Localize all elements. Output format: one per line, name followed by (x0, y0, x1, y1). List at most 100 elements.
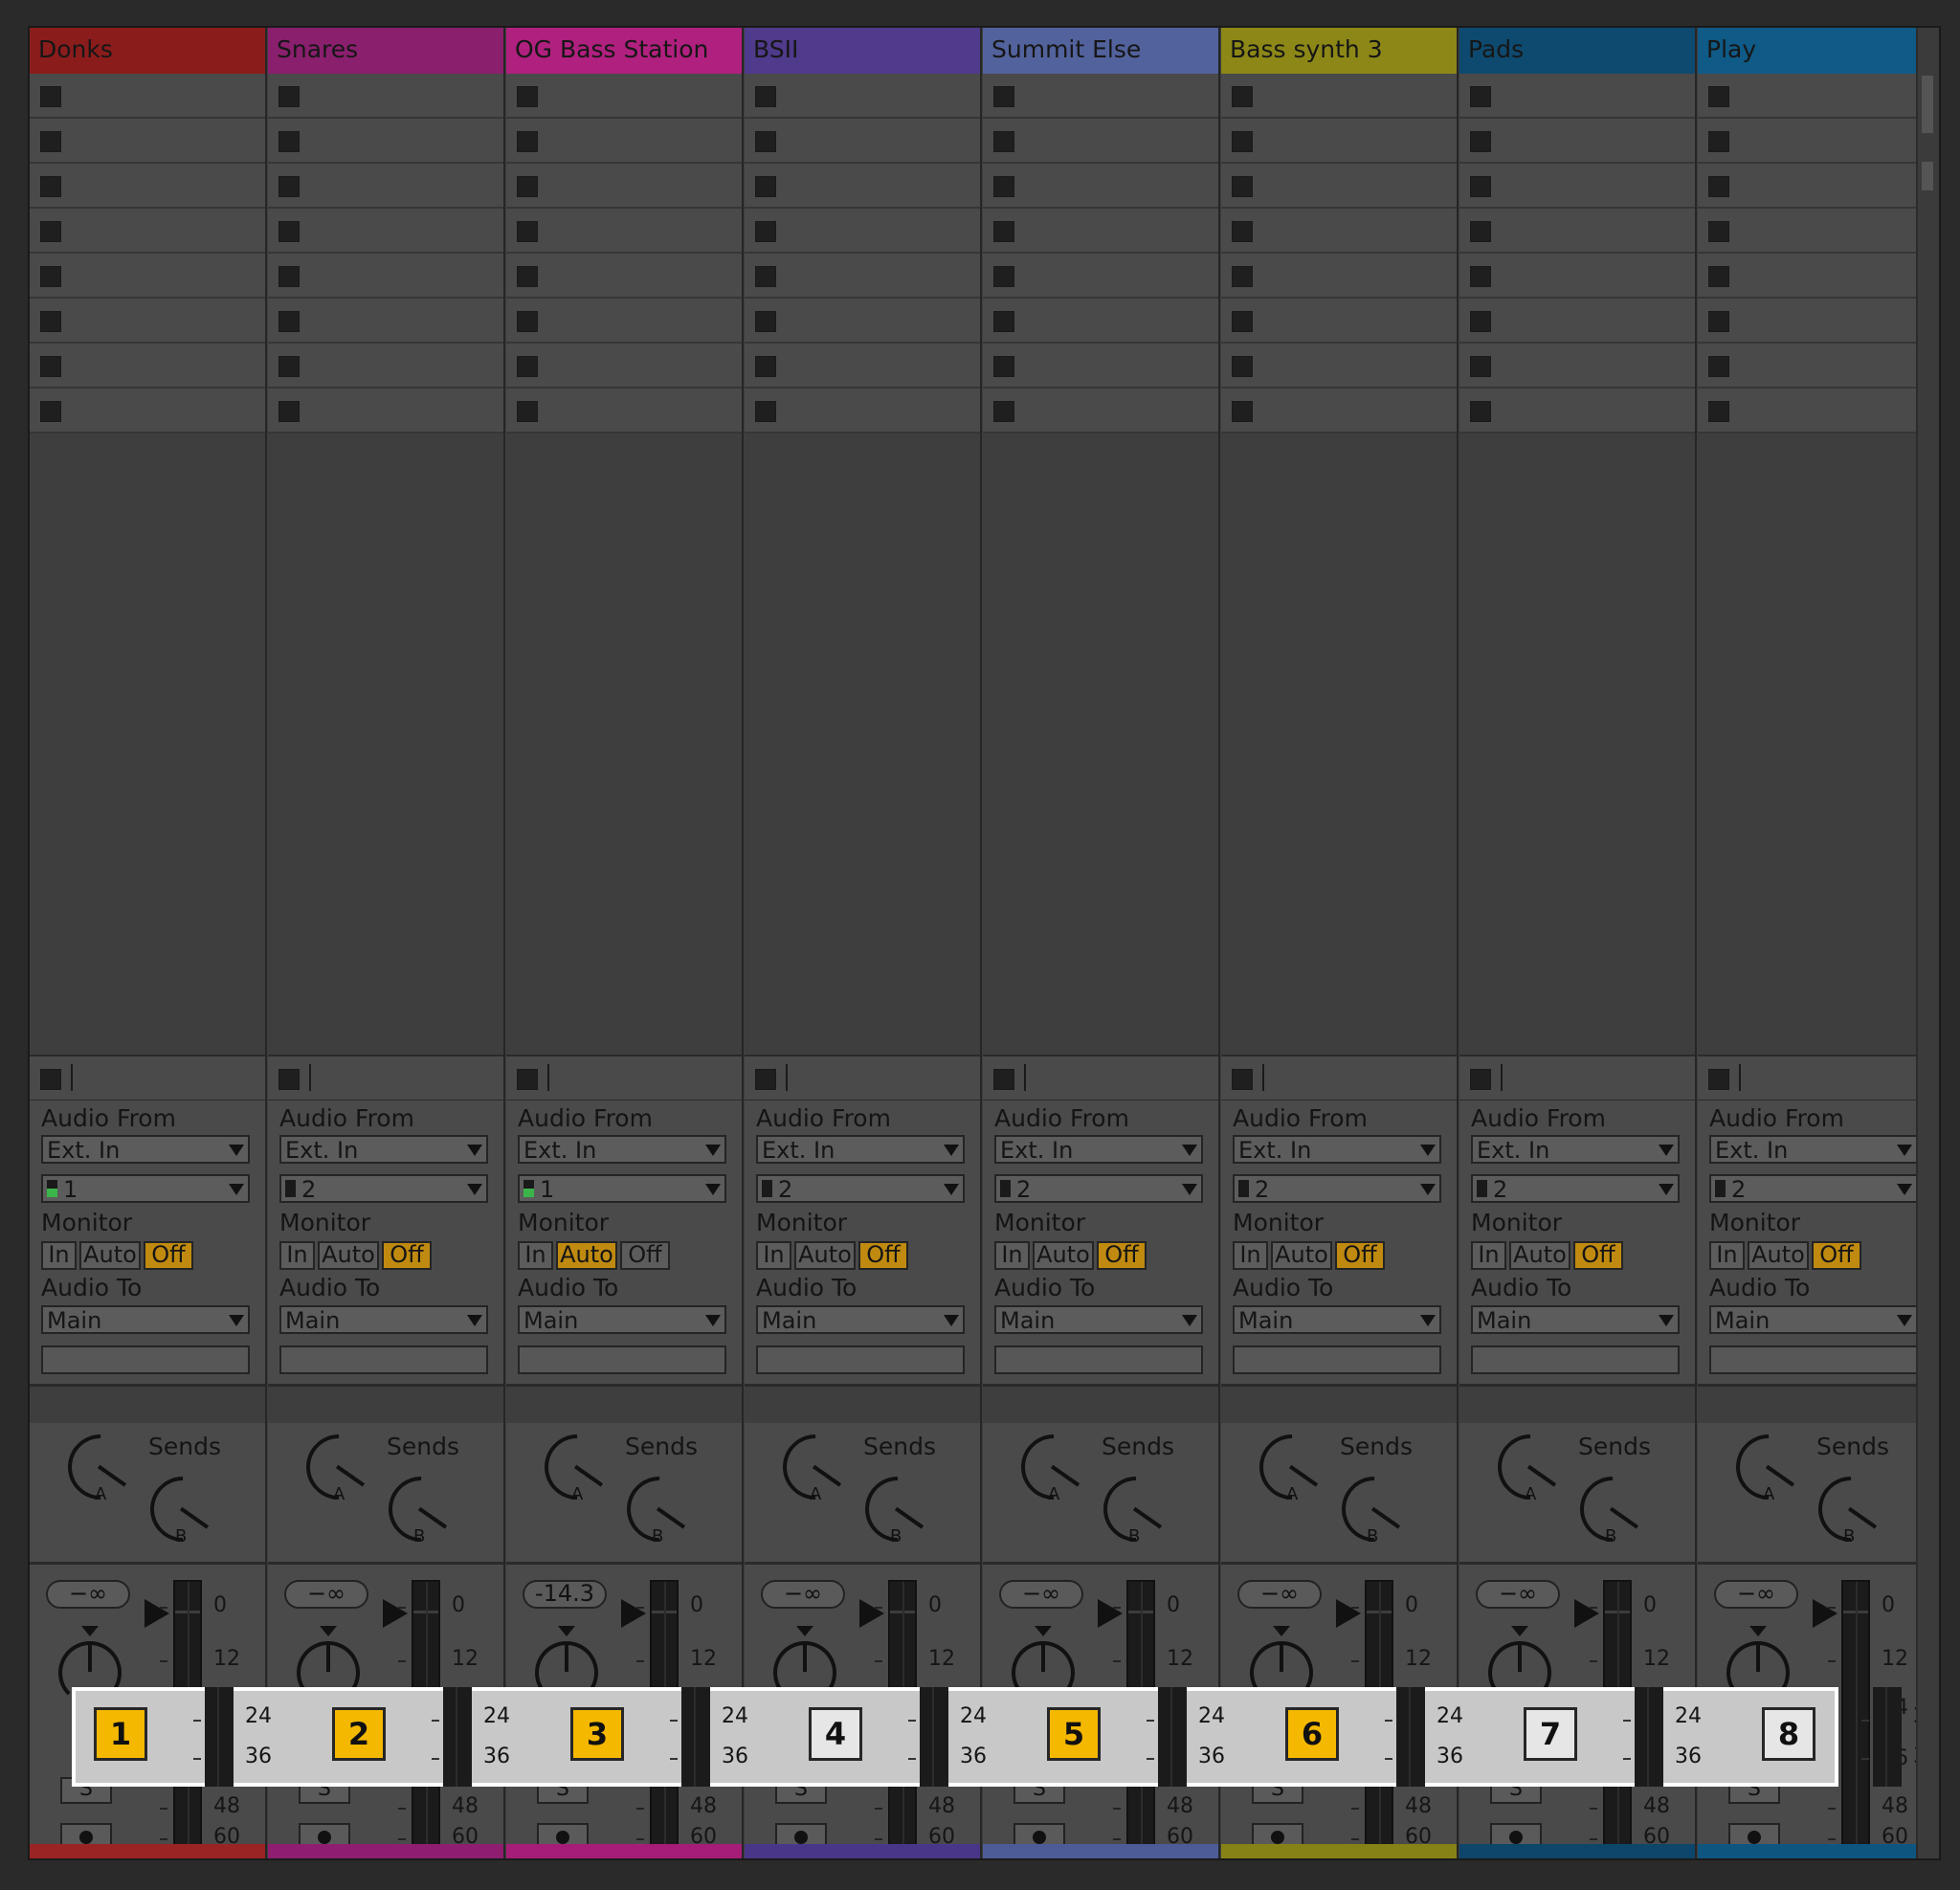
clip-stop-icon[interactable] (40, 401, 61, 422)
audio-from-dropdown[interactable]: Ext. In (279, 1135, 488, 1164)
track-header[interactable]: Play (1698, 28, 1933, 77)
clip-stop-icon[interactable] (993, 311, 1014, 332)
clip-stop-icon[interactable] (517, 266, 538, 287)
clip-slot[interactable] (268, 209, 503, 254)
empty-clip-area[interactable] (1698, 441, 1933, 1054)
clip-slot[interactable] (1459, 74, 1695, 119)
clip-slot[interactable] (1698, 74, 1933, 119)
input-channel-dropdown[interactable]: 2 (1471, 1174, 1680, 1203)
audio-to-dropdown[interactable]: Main (1471, 1305, 1680, 1334)
audio-to-dropdown[interactable]: Main (1709, 1305, 1918, 1334)
input-channel-dropdown[interactable]: 2 (756, 1174, 965, 1203)
track-play-icon[interactable] (1336, 1599, 1361, 1628)
audio-to-dropdown[interactable]: Main (518, 1305, 726, 1334)
clip-slot[interactable] (1698, 209, 1933, 254)
clip-slot[interactable] (745, 119, 980, 164)
clip-stop-icon[interactable] (517, 356, 538, 377)
clip-stop-icon[interactable] (993, 266, 1014, 287)
empty-clip-area[interactable] (1221, 441, 1457, 1054)
clip-stop-icon[interactable] (1232, 131, 1253, 152)
clip-stop-icon[interactable] (993, 356, 1014, 377)
track-header[interactable]: OG Bass Station (506, 28, 742, 77)
clip-stop-icon[interactable] (278, 86, 300, 107)
stop-clips-button[interactable] (1470, 1069, 1491, 1090)
clip-stop-icon[interactable] (1470, 266, 1491, 287)
clip-slot[interactable] (268, 299, 503, 344)
clip-slot[interactable] (30, 209, 265, 254)
clip-slot[interactable] (1698, 254, 1933, 299)
clip-stop-icon[interactable] (993, 176, 1014, 197)
volume-fader[interactable] (681, 1687, 710, 1787)
clip-slot[interactable] (506, 389, 742, 434)
monitor-auto-button[interactable]: Auto (318, 1241, 379, 1270)
track-activator-button[interactable]: 8 (1762, 1707, 1815, 1761)
volume-fader[interactable] (1158, 1687, 1187, 1787)
track-header[interactable]: Snares (268, 28, 503, 77)
clip-slot[interactable] (983, 209, 1218, 254)
volume-value[interactable]: −∞ (284, 1580, 368, 1609)
track-header[interactable]: Summit Else (983, 28, 1218, 77)
audio-to-dropdown[interactable]: Main (1233, 1305, 1441, 1334)
clip-stop-icon[interactable] (40, 86, 61, 107)
output-channel-field[interactable] (756, 1345, 965, 1374)
clip-stop-icon[interactable] (755, 311, 776, 332)
clip-slot[interactable] (745, 389, 980, 434)
clip-stop-icon[interactable] (1708, 221, 1729, 242)
clip-slot[interactable] (1698, 164, 1933, 209)
clip-stop-icon[interactable] (755, 356, 776, 377)
clip-slot[interactable] (745, 299, 980, 344)
clip-stop-icon[interactable] (278, 221, 300, 242)
track-header[interactable]: BSII (745, 28, 980, 77)
clip-slot[interactable] (506, 209, 742, 254)
stop-clips-button[interactable] (517, 1069, 538, 1090)
monitor-in-button[interactable]: In (279, 1241, 315, 1270)
monitor-auto-button[interactable]: Auto (1748, 1241, 1809, 1270)
clip-stop-icon[interactable] (278, 356, 300, 377)
clip-slot[interactable] (268, 344, 503, 389)
clip-stop-icon[interactable] (1470, 176, 1491, 197)
clip-stop-icon[interactable] (278, 131, 300, 152)
stop-clips-button[interactable] (278, 1069, 300, 1090)
clip-stop-icon[interactable] (517, 311, 538, 332)
volume-fader[interactable] (205, 1687, 234, 1787)
input-channel-dropdown[interactable]: 2 (994, 1174, 1203, 1203)
track-play-icon[interactable] (145, 1599, 169, 1628)
output-channel-field[interactable] (518, 1345, 726, 1374)
monitor-auto-button[interactable]: Auto (1271, 1241, 1332, 1270)
volume-value[interactable]: −∞ (761, 1580, 845, 1609)
clip-slot[interactable] (506, 344, 742, 389)
monitor-off-button[interactable]: Off (382, 1241, 432, 1270)
empty-clip-area[interactable] (745, 441, 980, 1054)
clip-slot[interactable] (1698, 119, 1933, 164)
clip-stop-icon[interactable] (1232, 221, 1253, 242)
audio-from-dropdown[interactable]: Ext. In (1233, 1135, 1441, 1164)
track-activator-button[interactable]: 3 (570, 1707, 624, 1761)
clip-slot[interactable] (1698, 344, 1933, 389)
clip-slot[interactable] (983, 119, 1218, 164)
clip-stop-icon[interactable] (755, 221, 776, 242)
monitor-auto-button[interactable]: Auto (1509, 1241, 1570, 1270)
clip-stop-icon[interactable] (278, 266, 300, 287)
scene-scrollbar[interactable] (1916, 28, 1939, 1858)
clip-stop-icon[interactable] (755, 131, 776, 152)
track-activator-button[interactable]: 5 (1047, 1707, 1101, 1761)
audio-from-dropdown[interactable]: Ext. In (756, 1135, 965, 1164)
clip-slot[interactable] (1698, 389, 1933, 434)
monitor-auto-button[interactable]: Auto (1033, 1241, 1094, 1270)
clip-slot[interactable] (30, 389, 265, 434)
clip-stop-icon[interactable] (1470, 86, 1491, 107)
clip-stop-icon[interactable] (1232, 311, 1253, 332)
audio-to-dropdown[interactable]: Main (279, 1305, 488, 1334)
clip-stop-icon[interactable] (1470, 221, 1491, 242)
clip-stop-icon[interactable] (1708, 311, 1729, 332)
clip-slot[interactable] (1221, 119, 1457, 164)
track-header[interactable]: Bass synth 3 (1221, 28, 1457, 77)
clip-stop-icon[interactable] (1708, 131, 1729, 152)
clip-stop-icon[interactable] (40, 266, 61, 287)
clip-stop-icon[interactable] (1470, 356, 1491, 377)
volume-fader[interactable] (1873, 1687, 1902, 1787)
volume-value[interactable]: −∞ (1714, 1580, 1798, 1609)
track-activator-button[interactable]: 7 (1524, 1707, 1577, 1761)
monitor-in-button[interactable]: In (41, 1241, 77, 1270)
stop-clips-button[interactable] (755, 1069, 776, 1090)
